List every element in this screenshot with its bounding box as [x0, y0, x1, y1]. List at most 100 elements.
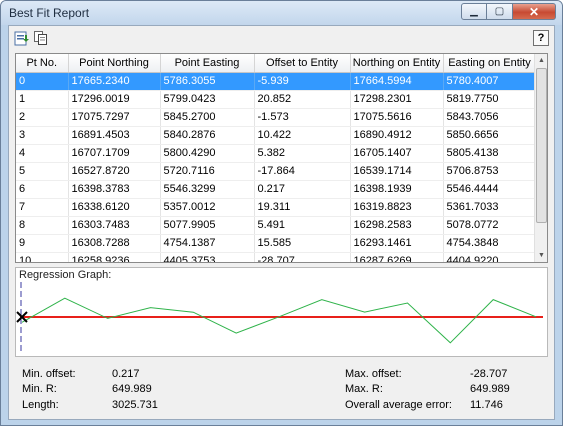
table-cell: 16303.7483 [68, 216, 161, 235]
best-fit-report-window: Best Fit Report ▁ ▢ ✕ ? Pt No. Point Nor… [0, 0, 563, 426]
export-report-button[interactable] [13, 29, 31, 47]
window-controls: ▁ ▢ ✕ [461, 3, 556, 21]
table-cell: 5800.4290 [160, 144, 255, 163]
toolbar: ? [9, 26, 554, 50]
table-cell: 17075.7297 [68, 108, 161, 127]
table-row[interactable]: 4 16707.1709 5800.4290 5.382 16705.1407 5805.… [16, 144, 537, 163]
report-client-area: ? Pt No. Point Northing Point Easting Offse… [8, 25, 555, 420]
table-cell: 5706.8753 [443, 162, 537, 181]
table-cell: 16338.6120 [68, 198, 161, 217]
table-row[interactable]: 3 16891.4503 5840.2876 10.422 16890.4912 5850… [16, 126, 537, 145]
table-cell: 16527.8720 [68, 162, 161, 181]
table-cell: 5805.4138 [443, 144, 537, 163]
best-fit-table[interactable]: Pt No. Point Northing Point Easting Offset … [15, 53, 548, 263]
table-row[interactable]: 7 16338.6120 5357.0012 19.311 16319.8823 5361… [16, 198, 537, 217]
table-cell: 0.217 [254, 180, 351, 199]
table-row[interactable]: 6 16398.3783 5546.3299 0.217 16398.1939 5546.… [16, 180, 537, 199]
table-cell: 16890.4912 [350, 126, 444, 145]
table-cell: 2 [16, 108, 69, 127]
minimize-icon: ▁ [470, 6, 478, 17]
max-r-label: Max. R: [345, 383, 383, 395]
overall-average-error-value: 11.746 [470, 399, 503, 411]
table-cell: 3 [16, 126, 69, 145]
maximize-icon: ▢ [494, 6, 505, 17]
table-row[interactable]: 9 16308.7288 4754.1387 15.585 16293.1461 4754… [16, 234, 537, 253]
table-cell: 17298.2301 [350, 90, 444, 109]
table-cell: 16319.8823 [350, 198, 444, 217]
table-cell: 5546.4444 [443, 180, 537, 199]
table-cell: 5786.3055 [160, 72, 255, 91]
table-row[interactable]: 10 16258.9236 4405.3753 -28.707 16287.6269 44… [16, 252, 537, 262]
table-row[interactable]: 8 16303.7483 5077.9905 5.491 16298.2583 5078.… [16, 216, 537, 235]
scroll-thumb[interactable] [536, 68, 547, 223]
regression-graph-panel: Regression Graph: [15, 267, 548, 357]
table-cell: -1.573 [254, 108, 351, 127]
table-cell: 4754.1387 [160, 234, 255, 253]
table-cell: 10 [16, 252, 69, 262]
close-button[interactable]: ✕ [512, 3, 556, 20]
table-cell: 16539.1714 [350, 162, 444, 181]
table-cell: -28.707 [254, 252, 351, 262]
table-cell: 5845.2700 [160, 108, 255, 127]
minimize-button[interactable]: ▁ [461, 3, 487, 20]
regression-graph-label: Regression Graph: [19, 269, 112, 281]
max-offset-value: -28.707 [470, 368, 508, 380]
table-cell: 16705.1407 [350, 144, 444, 163]
close-icon: ✕ [528, 4, 540, 19]
table-cell: 5840.2876 [160, 126, 255, 145]
table-cell: 17296.0019 [68, 90, 161, 109]
table-cell: 1 [16, 90, 69, 109]
table-cell: 5843.7056 [443, 108, 537, 127]
column-header[interactable]: Offset to Entity [254, 54, 351, 73]
max-r-value: 649.989 [470, 383, 510, 395]
table-row[interactable]: 2 17075.7297 5845.2700 -1.573 17075.5616 5843… [16, 108, 537, 127]
column-header[interactable]: Pt No. [16, 54, 69, 73]
table-row[interactable]: 5 16527.8720 5720.7116 -17.864 16539.1714 570… [16, 162, 537, 181]
maximize-button[interactable]: ▢ [487, 3, 512, 20]
table-cell: 16298.2583 [350, 216, 444, 235]
max-offset-label: Max. offset: [345, 368, 402, 380]
table-cell: 5546.3299 [160, 180, 255, 199]
table-cell: 5780.4007 [443, 72, 537, 91]
table-vertical-scrollbar[interactable]: ▲ ▼ [534, 54, 547, 262]
help-button[interactable]: ? [533, 30, 549, 46]
table-cell: 9 [16, 234, 69, 253]
title-bar[interactable]: Best Fit Report ▁ ▢ ✕ [1, 1, 562, 25]
min-offset-value: 0.217 [112, 368, 140, 380]
table-cell: 6 [16, 180, 69, 199]
column-header[interactable]: Point Northing [68, 54, 161, 73]
table-header-row: Pt No. Point Northing Point Easting Offset … [16, 54, 537, 73]
table-cell: 16293.1461 [350, 234, 444, 253]
table-cell: 19.311 [254, 198, 351, 217]
table-row[interactable]: 0 17665.2340 5786.3055 -5.939 17664.5994 5780… [16, 72, 537, 91]
table-cell: 5357.0012 [160, 198, 255, 217]
table-cell: 4405.3753 [160, 252, 255, 262]
export-report-icon [14, 31, 29, 46]
table-cell: 5 [16, 162, 69, 181]
column-header[interactable]: Northing on Entity [350, 54, 444, 73]
table-cell: 17665.2340 [68, 72, 161, 91]
table-cell: 5.382 [254, 144, 351, 163]
table-row[interactable]: 1 17296.0019 5799.0423 20.852 17298.2301 5819… [16, 90, 537, 109]
overall-average-error-label: Overall average error: [345, 399, 452, 411]
table-cell: 4754.3848 [443, 234, 537, 253]
window-title: Best Fit Report [9, 6, 90, 20]
table-cell: -17.864 [254, 162, 351, 181]
table-cell: 17664.5994 [350, 72, 444, 91]
min-r-value: 649.989 [112, 383, 152, 395]
table-cell: 16287.6269 [350, 252, 444, 262]
scroll-down-icon[interactable]: ▼ [535, 249, 547, 262]
table-cell: 10.422 [254, 126, 351, 145]
table-cell: 5799.0423 [160, 90, 255, 109]
table-cell: 5.491 [254, 216, 351, 235]
table-cell: 5720.7116 [160, 162, 255, 181]
column-header[interactable]: Easting on Entity [443, 54, 537, 73]
table-cell: 5361.7033 [443, 198, 537, 217]
table-cell: 5819.7750 [443, 90, 537, 109]
length-value: 3025.731 [112, 399, 158, 411]
table-cell: 16398.3783 [68, 180, 161, 199]
column-header[interactable]: Point Easting [160, 54, 255, 73]
table-cell: 0 [16, 72, 69, 91]
scroll-up-icon[interactable]: ▲ [535, 54, 547, 67]
copy-button[interactable] [32, 29, 50, 47]
